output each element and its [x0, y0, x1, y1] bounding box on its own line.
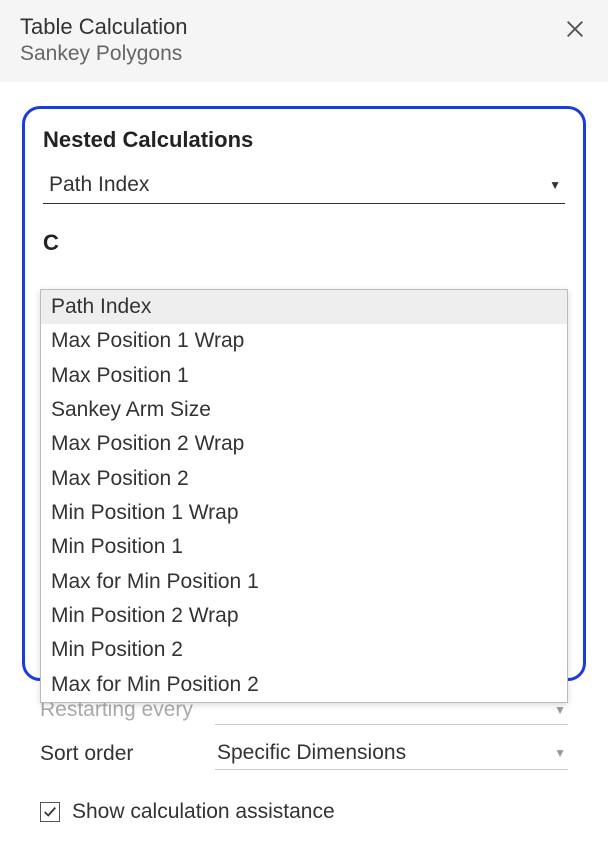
chevron-down-icon: ▼	[549, 178, 561, 192]
dropdown-option[interactable]: Max Position 2	[41, 462, 567, 496]
nested-calc-select[interactable]: Path Index ▼	[43, 167, 565, 204]
dropdown-option[interactable]: Path Index	[41, 290, 567, 324]
dropdown-option[interactable]: Max for Min Position 2	[41, 668, 567, 702]
sort-order-select[interactable]: Specific Dimensions ▼	[215, 737, 568, 770]
compute-using-partial: C	[43, 230, 565, 256]
sort-order-row: Sort order Specific Dimensions ▼	[40, 731, 568, 776]
dropdown-option[interactable]: Sankey Arm Size	[41, 393, 567, 427]
show-assistance-row[interactable]: Show calculation assistance	[22, 800, 586, 824]
show-assistance-checkbox[interactable]	[40, 802, 60, 822]
sort-order-label: Sort order	[40, 742, 215, 766]
dialog-title: Table Calculation	[20, 14, 588, 40]
dropdown-option[interactable]: Min Position 2 Wrap	[41, 599, 567, 633]
dropdown-option[interactable]: Max Position 1 Wrap	[41, 324, 567, 358]
chevron-down-icon: ▼	[554, 746, 566, 760]
nested-calculations-title: Nested Calculations	[43, 127, 565, 153]
dropdown-option[interactable]: Min Position 1 Wrap	[41, 496, 567, 530]
show-assistance-label: Show calculation assistance	[72, 800, 335, 824]
nested-calc-dropdown[interactable]: Path IndexMax Position 1 WrapMax Positio…	[40, 289, 568, 703]
close-icon[interactable]	[564, 18, 586, 40]
dropdown-option[interactable]: Max Position 1	[41, 359, 567, 393]
dropdown-option[interactable]: Min Position 2	[41, 633, 567, 667]
dropdown-option[interactable]: Max for Min Position 1	[41, 565, 567, 599]
sort-order-value: Specific Dimensions	[217, 741, 406, 765]
nested-calc-select-value: Path Index	[49, 173, 149, 197]
dropdown-option[interactable]: Max Position 2 Wrap	[41, 427, 567, 461]
dropdown-option[interactable]: Min Position 1	[41, 530, 567, 564]
dialog-subtitle: Sankey Polygons	[20, 42, 588, 66]
dialog-body: Nested Calculations Path Index ▼ C At th…	[0, 82, 608, 848]
chevron-down-icon: ▼	[554, 703, 566, 717]
dialog-header: Table Calculation Sankey Polygons	[0, 0, 608, 82]
